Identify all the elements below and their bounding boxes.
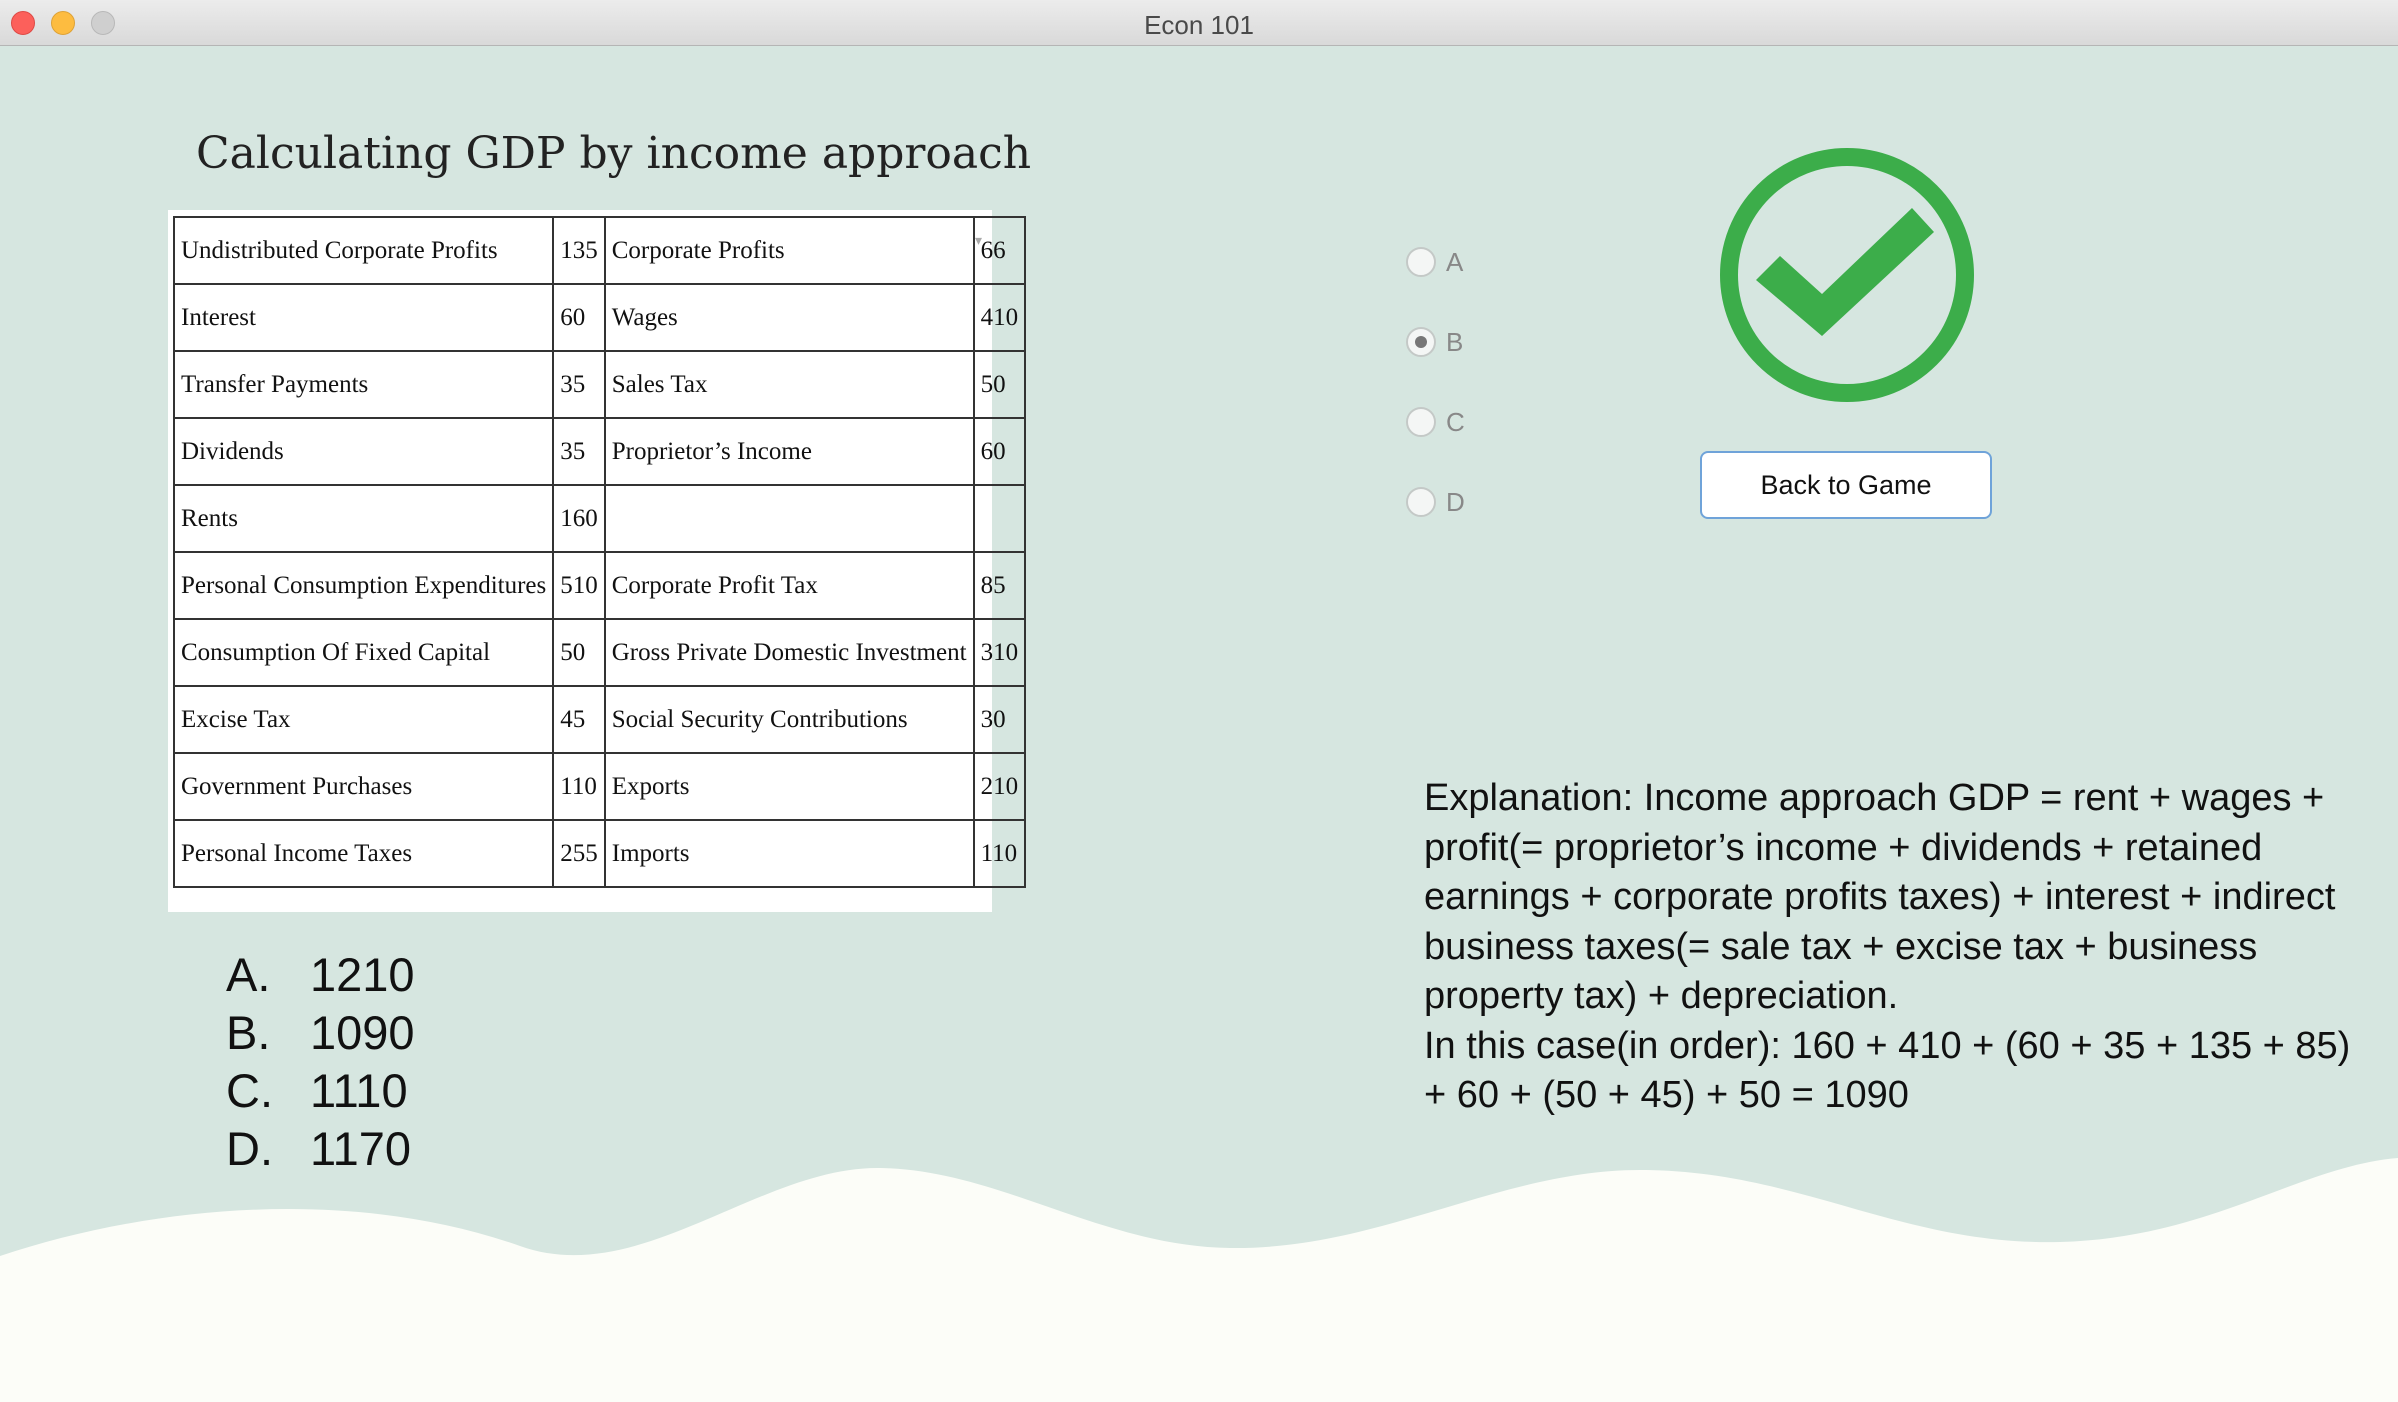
table-row: Excise Tax 45 Social Security Contribution… [172, 685, 1027, 754]
table-row: Dividends 35 Proprietor’s Income 60 [172, 417, 1027, 486]
choice-c[interactable]: C [1406, 382, 1465, 462]
gdp-data-table: Undistributed Corporate Profits 135 Corpor… [168, 210, 1027, 912]
radio-label: C [1446, 406, 1465, 437]
question-title: Calculating GDP by income approach [196, 128, 1032, 179]
answer-letter: C. [226, 1064, 273, 1117]
explanation-text: Explanation: Income approach GDP = rent … [1424, 774, 2374, 1121]
radio-button[interactable] [1406, 487, 1436, 517]
table-cell-value: 50 [972, 350, 1027, 419]
table-cell-value: 60 [972, 417, 1027, 486]
answer-radio-group: A B C D [1406, 222, 1465, 542]
table-cell-label [603, 484, 975, 553]
answer-option: A. 1210 [226, 946, 415, 1004]
table-row: Consumption Of Fixed Capital 50 Gross Priv… [172, 618, 1027, 687]
table-cell-label: Sales Tax [603, 350, 975, 419]
radio-button[interactable] [1406, 407, 1436, 437]
table-cell-value: 66 [972, 216, 1027, 285]
table-cell-label: Excise Tax [172, 685, 555, 754]
answer-options: A. 1210 B. 1090 C. 1110 D. 1170 [226, 946, 415, 1178]
explanation-calculation: In this case(in order): 160 + 410 + (60 … [1424, 1024, 2351, 1117]
table-cell-label: Corporate Profits [603, 216, 975, 285]
table-cell-label: Dividends [172, 417, 555, 486]
table-cell-value: 255 [552, 819, 606, 888]
table-cell-label: Consumption Of Fixed Capital [172, 618, 555, 687]
table-cell-value: 45 [552, 685, 606, 754]
table-cell-label: Wages [603, 283, 975, 352]
table-row: Transfer Payments 35 Sales Tax 50 [172, 350, 1027, 419]
answer-letter: D. [226, 1122, 273, 1175]
table-cell-value: 160 [552, 484, 606, 553]
window-title: Econ 101 [1144, 10, 1254, 40]
answer-letter: A. [226, 948, 271, 1001]
table-cell-value: 310 [972, 618, 1027, 687]
table-row: Undistributed Corporate Profits 135 Corpor… [172, 216, 1027, 285]
choice-a[interactable]: A [1406, 222, 1465, 302]
table-cell-value: 510 [552, 551, 606, 620]
answer-option: B. 1090 [226, 1004, 415, 1062]
table-cell-value: 85 [972, 551, 1027, 620]
table-cell-value: 410 [972, 283, 1027, 352]
table-cell-value [972, 484, 1027, 553]
radio-label: B [1446, 326, 1464, 357]
table-cell-label: Rents [172, 484, 555, 553]
table-cell-label: Proprietor’s Income [603, 417, 975, 486]
answer-value: 1090 [310, 1006, 415, 1059]
checkmark-circle-icon [1720, 148, 1974, 402]
table-row: Rents 160 [172, 484, 1027, 553]
table-row: Government Purchases 110 Exports 210 [172, 752, 1027, 821]
answer-value: 1170 [310, 1122, 412, 1175]
table-cell-label: Gross Private Domestic Investment [603, 618, 975, 687]
window-titlebar: Econ 101 [0, 0, 2398, 46]
radio-label: A [1446, 246, 1464, 277]
main-content: Calculating GDP by income approach Undis… [0, 46, 2398, 1402]
answer-value: 1110 [310, 1064, 408, 1117]
table-cell-value: 210 [972, 752, 1027, 821]
table-cell-label: Exports [603, 752, 975, 821]
table-cell-label: Transfer Payments [172, 350, 555, 419]
radio-button[interactable] [1406, 327, 1436, 357]
table-cell-label: Interest [172, 283, 555, 352]
table-cell-label: Corporate Profit Tax [603, 551, 975, 620]
table-cell-value: 110 [552, 752, 606, 821]
explanation-formula: Explanation: Income approach GDP = rent … [1424, 777, 2336, 1017]
back-to-game-button[interactable]: Back to Game [1700, 451, 1992, 519]
table-row: Personal Income Taxes 255 Imports 110 [172, 819, 1027, 888]
radio-selected-dot [1415, 336, 1427, 348]
radio-button[interactable] [1406, 247, 1436, 277]
table-cell-label: Government Purchases [172, 752, 555, 821]
table-row: Personal Consumption Expenditures 510 Corp… [172, 551, 1027, 620]
radio-label: D [1446, 486, 1465, 517]
answer-letter: B. [226, 1006, 271, 1059]
answer-option: D. 1170 [226, 1120, 415, 1178]
answer-option: C. 1110 [226, 1062, 415, 1120]
table-cell-label: Social Security Contributions [603, 685, 975, 754]
table-cell-value: 135 [552, 216, 606, 285]
table-scroll-arrow-icon: ▾ [974, 232, 982, 248]
table-cell-value: 60 [552, 283, 606, 352]
answer-value: 1210 [310, 948, 415, 1001]
table-cell-value: 50 [552, 618, 606, 687]
choice-b[interactable]: B [1406, 302, 1465, 382]
table-cell-value: 35 [552, 417, 606, 486]
table-cell-label: Imports [603, 819, 975, 888]
table-cell-label: Personal Income Taxes [172, 819, 555, 888]
table-cell-label: Personal Consumption Expenditures [172, 551, 555, 620]
table-row: Interest 60 Wages 410 [172, 283, 1027, 352]
data-table: Undistributed Corporate Profits 135 Corpor… [172, 216, 1027, 888]
table-cell-label: Undistributed Corporate Profits [172, 216, 555, 285]
table-cell-value: 110 [972, 819, 1027, 888]
table-cell-value: 30 [972, 685, 1027, 754]
choice-d[interactable]: D [1406, 462, 1465, 542]
table-cell-value: 35 [552, 350, 606, 419]
